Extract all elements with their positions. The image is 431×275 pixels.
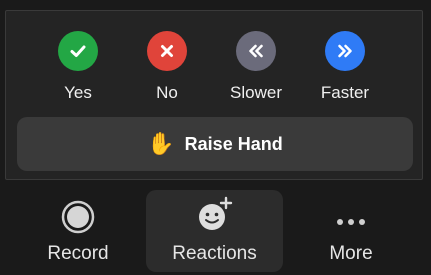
double-chevron-right-icon (325, 31, 365, 71)
raise-hand-label: Raise Hand (184, 133, 283, 154)
record-button[interactable]: Record (34, 190, 122, 272)
reaction-no-button[interactable]: No (127, 31, 207, 111)
record-icon (61, 190, 95, 234)
reaction-yes-button[interactable]: Yes (38, 31, 118, 111)
more-label: More (329, 243, 373, 264)
reactions-popup: Yes No Slower Faster ✋ Raise Hand (5, 10, 423, 180)
record-label: Record (47, 243, 109, 264)
x-icon (147, 31, 187, 71)
reaction-slower-button[interactable]: Slower (216, 31, 296, 111)
add-reaction-smiley-icon (195, 190, 235, 234)
ellipsis-icon (333, 190, 369, 234)
reactions-label: Reactions (172, 243, 257, 264)
raised-hand-icon: ✋ (147, 131, 175, 156)
double-chevron-left-icon (236, 31, 276, 71)
checkmark-icon (58, 31, 98, 71)
reaction-yes-label: Yes (64, 83, 92, 102)
reaction-slower-label: Slower (230, 83, 282, 102)
more-button[interactable]: More (306, 190, 396, 272)
reaction-faster-button[interactable]: Faster (305, 31, 385, 111)
reaction-no-label: No (156, 83, 178, 102)
reaction-faster-label: Faster (320, 83, 370, 102)
raise-hand-button[interactable]: ✋ Raise Hand (17, 117, 413, 171)
reactions-button[interactable]: Reactions (146, 190, 283, 272)
